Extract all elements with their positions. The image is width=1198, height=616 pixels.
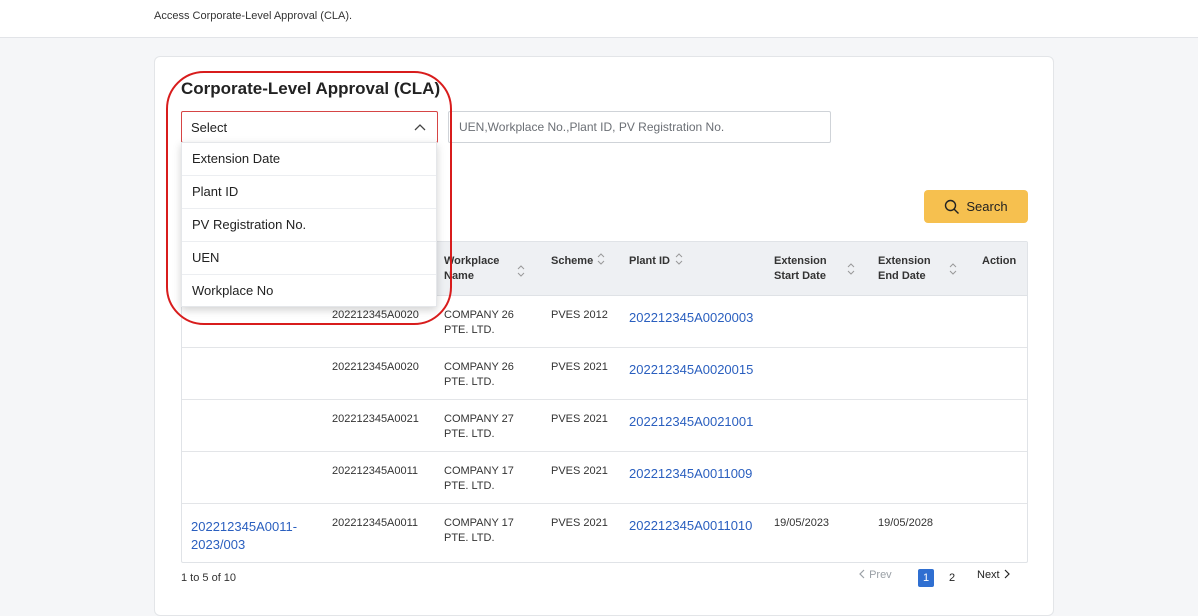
- scheme-cell: PVES 2021: [551, 465, 608, 477]
- cla-reference-link[interactable]: 202212345A0011- 2023/003: [191, 518, 297, 554]
- dropdown-option-workplace-no[interactable]: Workplace No: [182, 275, 436, 308]
- plant-id-link[interactable]: 202212345A0020003: [629, 310, 753, 325]
- page-title: Corporate-Level Approval (CLA): [181, 79, 441, 98]
- table-row: 202212345A0011 COMPANY 17 PTE. LTD. PVES…: [182, 452, 1027, 504]
- next-page-button[interactable]: Next: [977, 569, 1011, 581]
- column-header-workplace-name[interactable]: Workplace Name: [444, 254, 499, 284]
- extension-end-date-cell: 19/05/2028: [878, 517, 934, 529]
- dropdown-option-extension-date[interactable]: Extension Date: [182, 143, 436, 176]
- dropdown-option-pv-registration-no[interactable]: PV Registration No.: [182, 209, 436, 242]
- scheme-cell: PVES 2021: [551, 361, 608, 373]
- uen-cell: 202212345A0020: [332, 361, 419, 373]
- column-header-action: Action: [982, 255, 1017, 267]
- sort-icon[interactable]: [516, 264, 526, 278]
- sort-icon[interactable]: [846, 262, 856, 276]
- column-header-extension-start-date[interactable]: Extension Start Date: [774, 254, 827, 284]
- sort-icon[interactable]: [674, 252, 684, 266]
- page-button-2[interactable]: 2: [944, 569, 960, 587]
- extension-start-date-cell: 19/05/2023: [774, 517, 830, 529]
- breadcrumb: Access Corporate-Level Approval (CLA).: [154, 10, 353, 22]
- uen-cell: 202212345A0020: [332, 309, 419, 321]
- table-row: 202212345A0020 COMPANY 26 PTE. LTD. PVES…: [182, 348, 1027, 400]
- plant-id-link[interactable]: 202212345A0011010: [629, 518, 752, 533]
- search-icon: [945, 199, 960, 214]
- column-header-plant-id[interactable]: Plant ID: [629, 254, 670, 269]
- scheme-cell: PVES 2021: [551, 413, 608, 425]
- sort-icon[interactable]: [596, 252, 606, 266]
- chevron-up-icon: [414, 124, 426, 131]
- table-row: 202212345A0011- 2023/003 202212345A0011 …: [182, 504, 1027, 556]
- dropdown-option-plant-id[interactable]: Plant ID: [182, 176, 436, 209]
- uen-cell: 202212345A0021: [332, 413, 419, 425]
- dropdown-option-uen[interactable]: UEN: [182, 242, 436, 275]
- chevron-left-icon: [859, 569, 865, 579]
- pagination-summary: 1 to 5 of 10: [181, 572, 237, 584]
- filter-select-value: Select: [191, 120, 228, 135]
- column-header-scheme[interactable]: Scheme: [551, 254, 593, 269]
- filter-dropdown-menu: Extension Date Plant ID PV Registration …: [181, 142, 437, 307]
- workplace-name-cell: COMPANY 26 PTE. LTD.: [444, 309, 514, 336]
- scheme-cell: PVES 2012: [551, 309, 608, 321]
- workplace-name-cell: COMPANY 27 PTE. LTD.: [444, 413, 514, 440]
- chevron-right-icon: [1004, 569, 1010, 579]
- page-button-1[interactable]: 1: [918, 569, 934, 587]
- plant-id-link[interactable]: 202212345A0020015: [629, 362, 753, 377]
- plant-id-link[interactable]: 202212345A0011009: [629, 466, 752, 481]
- scheme-cell: PVES 2021: [551, 517, 608, 529]
- workplace-name-cell: COMPANY 17 PTE. LTD.: [444, 465, 514, 492]
- workplace-name-cell: COMPANY 26 PTE. LTD.: [444, 361, 514, 388]
- search-input[interactable]: [448, 111, 831, 143]
- workplace-name-cell: COMPANY 17 PTE. LTD.: [444, 517, 514, 544]
- top-bar: Access Corporate-Level Approval (CLA).: [0, 0, 1198, 38]
- table-row: 202212345A0021 COMPANY 27 PTE. LTD. PVES…: [182, 400, 1027, 452]
- search-button-label: Search: [966, 199, 1008, 214]
- sort-icon[interactable]: [948, 262, 958, 276]
- uen-cell: 202212345A0011: [332, 517, 419, 529]
- filter-select[interactable]: Select: [181, 111, 438, 143]
- column-header-extension-end-date[interactable]: Extension End Date: [878, 254, 931, 284]
- search-button[interactable]: Search: [924, 190, 1028, 223]
- plant-id-link[interactable]: 202212345A0021001: [629, 414, 753, 429]
- cla-card: Corporate-Level Approval (CLA) Select Se…: [154, 56, 1054, 616]
- uen-cell: 202212345A0011: [332, 465, 419, 477]
- prev-page-button[interactable]: Prev: [858, 569, 892, 581]
